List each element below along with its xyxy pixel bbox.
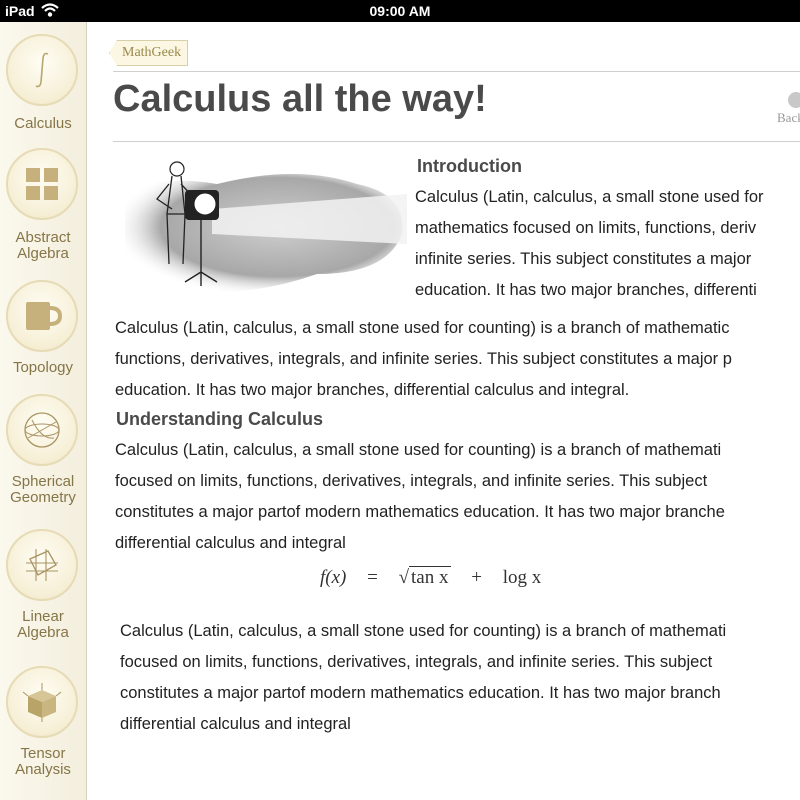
sphere-icon (24, 412, 60, 448)
formula-sqrt-arg: tan x (409, 566, 451, 588)
sidebar-icon-circle (6, 666, 78, 738)
text-line: Calculus (Latin, calculus, a small stone… (415, 188, 764, 206)
back-label: Back (777, 110, 800, 125)
text-line: education. It has two major branches, di… (115, 381, 630, 399)
status-bar: iPad 09:00 AM (0, 0, 800, 22)
text-line: Calculus (Latin, calculus, a small stone… (115, 441, 722, 459)
formula-plus: + (471, 567, 482, 588)
breadcrumb[interactable]: MathGeek (109, 40, 189, 66)
sidebar-icon-circle (6, 280, 78, 352)
divider (113, 71, 800, 72)
math-formula: f(x) = √ tan x + log x (320, 566, 542, 589)
sidebar-item-label: Calculus (14, 115, 72, 132)
plane-grid-icon (26, 549, 58, 581)
page-title: Calculus all the way! (113, 78, 487, 120)
back-button[interactable]: Back (777, 92, 800, 126)
formula-equals: = (367, 567, 378, 588)
sidebar-icon-circle (6, 529, 78, 601)
divider (113, 141, 800, 142)
text-line: mathematics focused on limits, functions… (415, 219, 757, 237)
sidebar-item-label: Topology (12, 359, 74, 376)
sidebar-item-label: Tensor Analysis (15, 745, 71, 778)
formula-lhs: f(x) (320, 567, 347, 588)
cube-icon (22, 683, 62, 722)
sidebar-item-label: Abstract Algebra (15, 229, 71, 262)
sidebar-icon-circle (6, 394, 78, 466)
text-line: focused on limits, functions, derivative… (115, 472, 708, 490)
text-line: education. It has two major branches, di… (415, 281, 757, 299)
text-line: Calculus (Latin, calculus, a small stone… (115, 319, 730, 337)
sidebar-icon-circle (6, 34, 78, 106)
intro-paragraph: Calculus (Latin, calculus, a small stone… (415, 182, 764, 306)
body-paragraph: Calculus (Latin, calculus, a small stone… (120, 616, 726, 740)
text-line: Calculus (Latin, calculus, a small stone… (120, 622, 727, 640)
text-line: functions, derivatives, integrals, and i… (115, 350, 732, 368)
sqrt-sign: √ (398, 567, 410, 588)
text-line: infinite series. This subject constitute… (415, 250, 752, 268)
back-icon (788, 92, 800, 108)
content-area: MathGeek Calculus all the way! Back (87, 22, 800, 800)
text-line: constitutes a major partof modern mathem… (115, 503, 725, 521)
formula-log: log x (502, 567, 542, 588)
sidebar-item-label: Spherical Geometry (10, 473, 76, 506)
section-heading-introduction: Introduction (417, 156, 522, 176)
text-line: differential calculus and integral (115, 534, 346, 552)
sidebar-icon-circle (6, 148, 78, 220)
clock: 09:00 AM (369, 3, 431, 19)
grid-icon (26, 168, 58, 200)
illustration-image (117, 154, 409, 302)
mug-icon (26, 302, 62, 330)
body-paragraph: Calculus (Latin, calculus, a small stone… (115, 435, 725, 559)
integral-icon (35, 52, 49, 88)
section-heading-understanding: Understanding Calculus (116, 409, 324, 429)
text-line: differential calculus and integral (120, 715, 351, 733)
sidebar: Calculus Abstract Algebra Topology Spher… (0, 22, 87, 800)
sidebar-item-label: Linear Algebra (17, 608, 69, 641)
text-line: focused on limits, functions, derivative… (120, 653, 713, 671)
text-line: constitutes a major partof modern mathem… (120, 684, 721, 702)
body-paragraph: Calculus (Latin, calculus, a small stone… (115, 313, 732, 406)
